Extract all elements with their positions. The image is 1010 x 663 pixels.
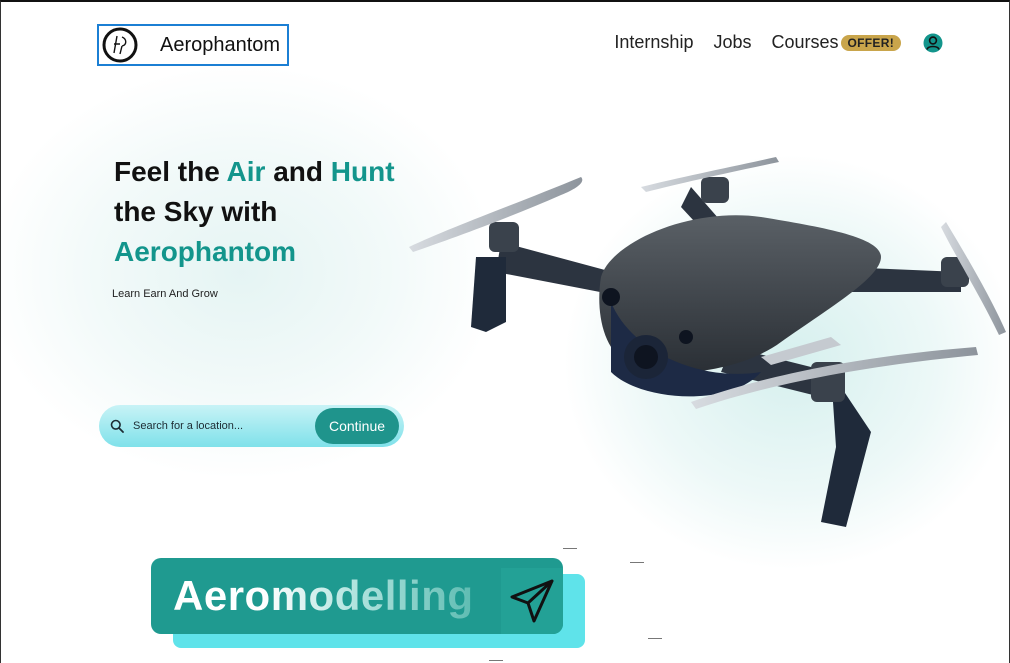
aeromodelling-banner[interactable]: Aeromodelling (151, 558, 563, 634)
hero-accent-air: Air (226, 156, 266, 187)
banner-title: Aeromodelling (173, 572, 474, 619)
brand-name: Aerophantom (160, 33, 281, 56)
decorative-dash (563, 548, 577, 549)
logo-mark-icon (102, 27, 138, 63)
drone-image (409, 157, 1006, 527)
user-icon[interactable] (923, 33, 943, 53)
search-icon (110, 419, 124, 433)
hero-text: Feel the (114, 156, 227, 187)
paper-plane-icon (510, 579, 554, 623)
nav-jobs[interactable]: Jobs (713, 32, 751, 53)
hero-accent-hunt: Hunt (330, 156, 395, 187)
decorative-dash (489, 660, 503, 661)
plane-icon-box (501, 568, 563, 634)
nav-courses[interactable]: Courses (772, 32, 839, 53)
decorative-dash (648, 638, 662, 639)
nav-internship[interactable]: Internship (614, 32, 693, 53)
brand-logo[interactable]: Aerophantom (97, 24, 289, 66)
decorative-dash (630, 562, 644, 563)
offer-badge: OFFER! (840, 34, 901, 51)
hero-accent-brand: Aerophantom (114, 236, 296, 267)
hero-text: the Sky with (114, 196, 278, 227)
hero-heading: Feel the Air and Hunt the Sky with Aerop… (114, 152, 444, 272)
search-input[interactable] (131, 419, 305, 433)
hero-text: and (265, 156, 331, 187)
continue-button[interactable]: Continue (315, 408, 399, 444)
nav-courses-group: Courses OFFER! (772, 32, 901, 53)
main-nav: Internship Jobs Courses OFFER! (614, 32, 943, 53)
location-search-bar: Continue (99, 405, 404, 447)
hero-tagline: Learn Earn And Grow (112, 288, 218, 300)
